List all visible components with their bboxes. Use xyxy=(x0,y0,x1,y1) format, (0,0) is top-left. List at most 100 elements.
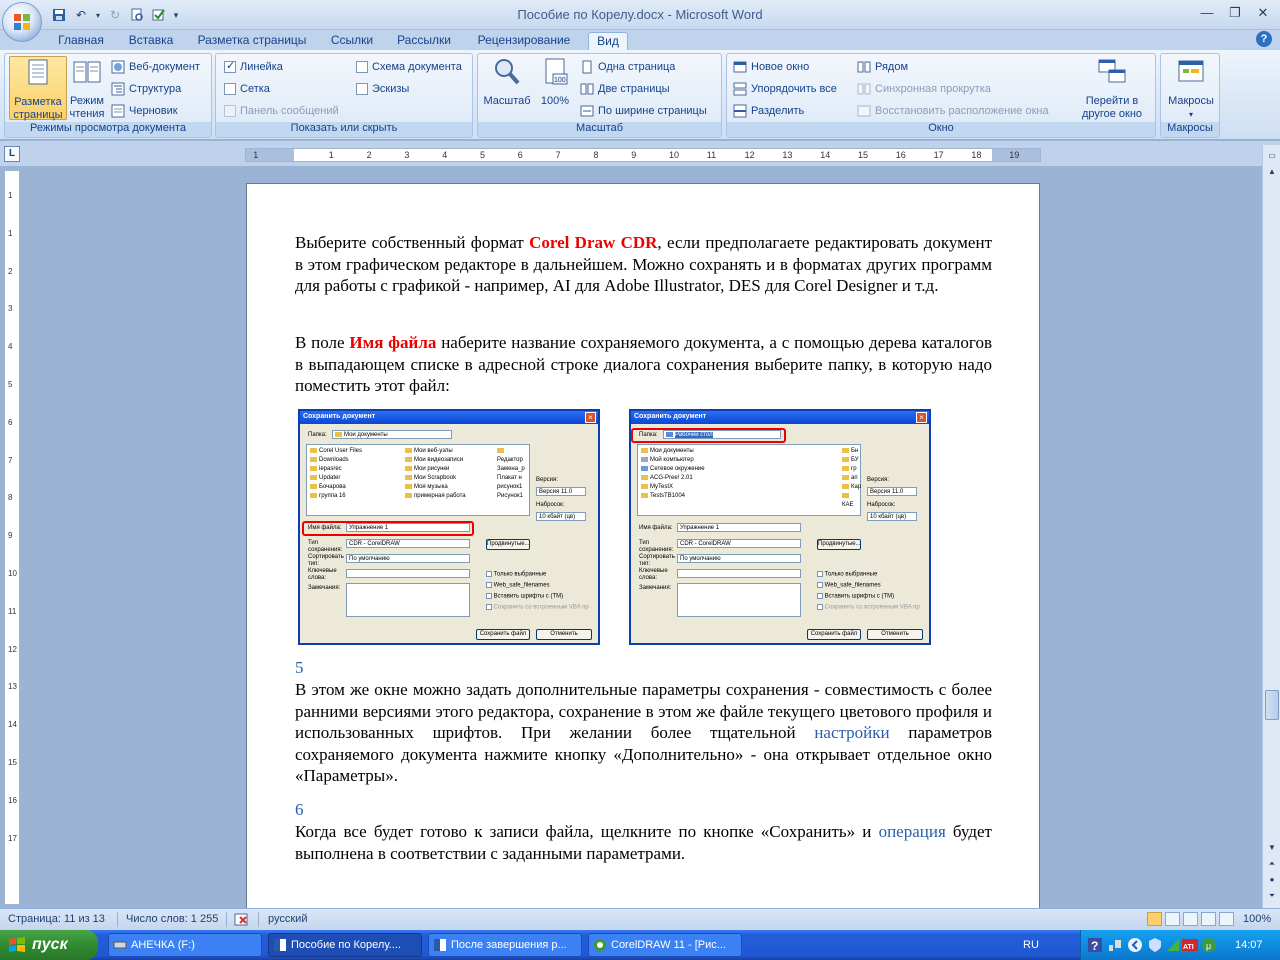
macros-button[interactable]: Макросы ▾ xyxy=(1163,56,1219,120)
browse-object-icon[interactable]: ● xyxy=(1265,873,1279,887)
operation-link[interactable]: операция xyxy=(879,822,946,841)
thumbnail-label: Набросок: xyxy=(536,502,565,508)
view-draft-icon[interactable] xyxy=(1219,912,1234,926)
office-logo-icon xyxy=(14,14,30,30)
ruler-tick-label: 14 xyxy=(820,150,831,160)
minimize-icon[interactable]: — xyxy=(1194,3,1220,23)
view-reading-icon[interactable] xyxy=(1165,912,1180,926)
divider xyxy=(117,912,118,927)
settings-link[interactable]: настройки xyxy=(814,723,889,742)
file-item: Мои документы xyxy=(641,447,705,456)
vertical-scrollbar[interactable]: ▭ ▲ ▼ ⏶ ● ⏷ xyxy=(1262,145,1280,908)
word-count[interactable]: Число слов: 1 255 xyxy=(126,913,218,925)
version-field: Версия 11.0 xyxy=(867,487,917,496)
scroll-down-icon[interactable]: ▼ xyxy=(1265,841,1279,855)
tab-view[interactable]: Вид xyxy=(588,32,628,50)
thumbnails-checkbox[interactable]: Эскизы xyxy=(356,80,409,98)
two-pages-button[interactable]: Две страницы xyxy=(580,80,670,98)
ruler-tick-label: 1 xyxy=(8,191,13,200)
web-layout-button[interactable]: Веб-документ xyxy=(111,58,200,76)
taskbar-item-drive[interactable]: АНЕЧКА (F:) xyxy=(108,933,262,957)
view-web-icon[interactable] xyxy=(1183,912,1198,926)
taskbar-item-coreldraw[interactable]: CorelDRAW 11 - [Рис... xyxy=(588,933,742,957)
reading-mode-button[interactable]: Режим чтения xyxy=(67,56,107,120)
keyboard-language[interactable]: RU xyxy=(1023,939,1039,951)
language-indicator[interactable]: русский xyxy=(268,913,307,925)
side-by-side-button[interactable]: Рядом xyxy=(857,58,908,76)
split-button[interactable]: Разделить xyxy=(733,102,804,120)
tab-review[interactable]: Рецензирование xyxy=(472,32,576,50)
ruler-tick-label: 9 xyxy=(8,531,13,541)
outline-button[interactable]: Структура xyxy=(111,80,181,98)
advanced-button: Продвинутые... xyxy=(817,539,861,550)
doc-map-checkbox[interactable]: Схема документа xyxy=(356,58,462,76)
arrange-all-icon xyxy=(733,82,747,96)
ruler-tick-label: 4 xyxy=(442,150,448,160)
ruler-tick-label: 1 xyxy=(328,150,334,160)
signal-icon[interactable] xyxy=(1165,937,1181,953)
close-icon: × xyxy=(585,412,596,423)
tab-home[interactable]: Главная xyxy=(52,32,110,50)
tab-selector[interactable]: L xyxy=(4,146,20,162)
ruler-checkbox[interactable]: Линейка xyxy=(224,58,283,76)
grid-checkbox[interactable]: Сетка xyxy=(224,80,270,98)
page-layout-button[interactable]: Разметка страницы xyxy=(9,56,67,121)
ruler-tick-label: 8 xyxy=(593,150,599,160)
tab-references[interactable]: Ссылки xyxy=(326,32,378,50)
ruler-tick-label: 10 xyxy=(669,150,680,160)
ruler-toggle-icon[interactable]: ▭ xyxy=(1265,149,1279,163)
one-page-button[interactable]: Одна страница xyxy=(580,58,675,76)
reset-window-position-button[interactable]: Восстановить расположение окна xyxy=(857,102,1049,120)
file-item: Редактор xyxy=(497,447,529,465)
taskbar-item-word-doc[interactable]: Пособие по Корелу.... xyxy=(268,933,422,957)
network-icon[interactable] xyxy=(1107,937,1123,953)
scroll-thumb[interactable] xyxy=(1265,690,1279,720)
zoom-100-button[interactable]: 100 100% xyxy=(534,56,576,120)
tab-page-layout[interactable]: Разметка страницы xyxy=(194,32,310,50)
office-button[interactable] xyxy=(2,2,42,42)
zoom-level[interactable]: 100% xyxy=(1243,913,1271,925)
security-icon[interactable] xyxy=(1147,937,1163,953)
ati-icon[interactable]: ATI xyxy=(1181,937,1199,953)
ruler-tick-label: 7 xyxy=(8,455,13,465)
checkbox-icon xyxy=(356,83,368,95)
scroll-up-icon[interactable]: ▲ xyxy=(1265,165,1279,179)
ruler-tick-label: 15 xyxy=(8,758,17,767)
horizontal-ruler[interactable]: 1 1 2 3 4 5 6 7 8 9 10 11 12 13 14 15 16 17 18 19 xyxy=(245,148,1041,162)
vertical-ruler[interactable]: 1 1 2 3 4 5 6 7 8 9 10 11 12 13 14 15 16 17 xyxy=(4,170,20,905)
file-item: рисунок1 xyxy=(497,484,523,490)
previous-page-icon[interactable]: ⏶ xyxy=(1265,857,1279,871)
start-button[interactable]: пуск xyxy=(0,930,98,960)
maximize-icon[interactable]: ❐ xyxy=(1222,3,1248,23)
ruler-tick-label: 2 xyxy=(366,150,372,160)
zoom-button[interactable]: Масштаб xyxy=(482,56,532,120)
tab-insert[interactable]: Вставка xyxy=(124,32,178,50)
page-width-button[interactable]: По ширине страницы xyxy=(580,102,707,120)
switch-windows-button[interactable]: Перейти в другое окно xyxy=(1072,56,1152,122)
sync-scroll-button[interactable]: Синхронная прокрутка xyxy=(857,80,991,98)
option-vba: Сохранить со встроенным VBA пр xyxy=(486,604,589,611)
help-icon[interactable]: ? xyxy=(1256,31,1272,47)
torrent-icon[interactable]: μ xyxy=(1201,937,1217,953)
clock[interactable]: 14:07 xyxy=(1235,939,1263,951)
spellcheck-icon[interactable] xyxy=(234,913,250,930)
document-area: Выберите собственный формат Corel Draw C… xyxy=(22,166,1262,908)
taskbar: пуск АНЕЧКА (F:) Пособие по Корелу.... П… xyxy=(0,930,1280,960)
tab-mailings[interactable]: Рассылки xyxy=(392,32,456,50)
file-item: группа 16 xyxy=(310,492,362,501)
message-bar-checkbox[interactable]: Панель сообщений xyxy=(224,102,339,120)
taskbar-item-word-doc-2[interactable]: После завершения р... xyxy=(428,933,582,957)
help-tray-icon[interactable]: ? xyxy=(1087,937,1103,953)
page-counter[interactable]: Страница: 11 из 13 xyxy=(8,913,105,925)
document-page[interactable]: Выберите собственный формат Corel Draw C… xyxy=(246,183,1040,908)
arrange-all-button[interactable]: Упорядочить все xyxy=(733,80,837,98)
view-outline-icon[interactable] xyxy=(1201,912,1216,926)
view-print-layout-icon[interactable] xyxy=(1147,912,1162,926)
close-icon[interactable]: ✕ xyxy=(1250,3,1276,23)
keywords-field xyxy=(677,569,801,578)
arrow-left-icon[interactable] xyxy=(1127,937,1143,953)
filename-field: Упражнение 1 xyxy=(677,523,801,532)
next-page-icon[interactable]: ⏷ xyxy=(1265,889,1279,903)
draft-button[interactable]: Черновик xyxy=(111,102,178,120)
new-window-button[interactable]: Новое окно xyxy=(733,58,809,76)
